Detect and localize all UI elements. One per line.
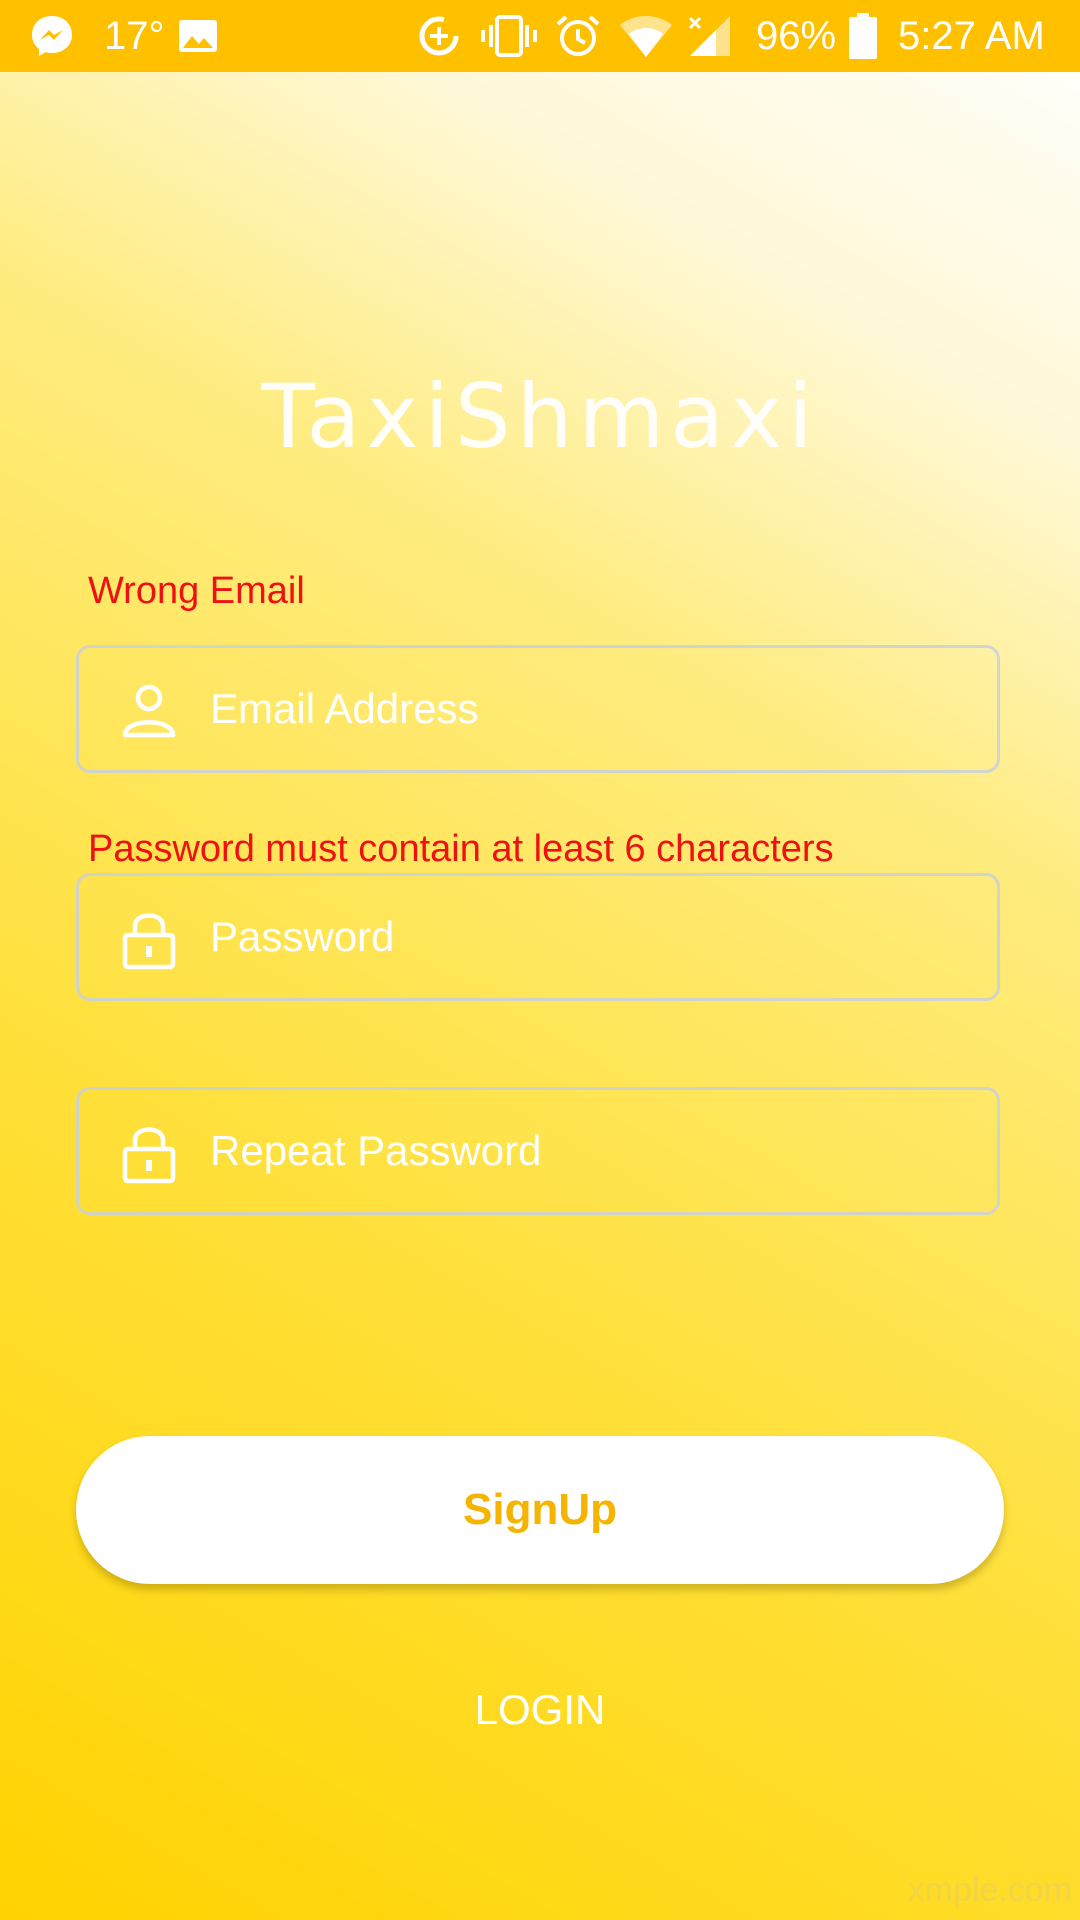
alarm-icon: [554, 0, 602, 72]
clock: 5:27 AM: [898, 13, 1045, 58]
password-field-container: [76, 873, 1000, 1001]
battery-icon: [848, 0, 878, 72]
lock-icon: [119, 1122, 179, 1184]
data-saver-icon: [416, 0, 462, 72]
user-icon: [119, 680, 179, 740]
email-error: Wrong Email: [88, 570, 305, 612]
status-bar: 17° 96% 5:27 AM: [0, 0, 1080, 72]
repeat-password-field-container: [76, 1087, 1000, 1215]
login-link[interactable]: LOGIN: [0, 1686, 1080, 1734]
repeat-password-input[interactable]: [210, 1090, 970, 1212]
image-icon: [178, 0, 218, 72]
battery-percent: 96%: [756, 13, 837, 58]
lock-icon: [119, 908, 179, 970]
messenger-icon: [28, 0, 76, 72]
watermark: xmple.com: [907, 1871, 1072, 1909]
temperature-label: 17°: [104, 13, 165, 58]
app-title: TaxiShmaxi: [261, 365, 819, 468]
wifi-icon: [618, 0, 674, 72]
password-error: Password must contain at least 6 charact…: [88, 828, 834, 870]
signup-button[interactable]: SignUp: [76, 1436, 1004, 1584]
password-input[interactable]: [210, 876, 970, 998]
vibrate-icon: [480, 0, 538, 72]
email-input[interactable]: [210, 648, 970, 770]
signal-icon: [686, 0, 734, 72]
email-field-container: [76, 645, 1000, 773]
